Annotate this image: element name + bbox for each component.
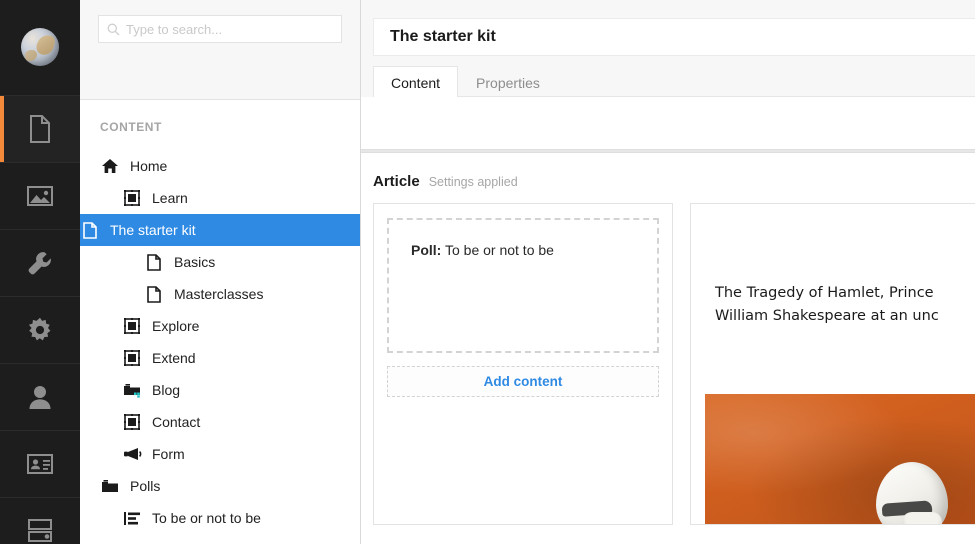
- tree-item-contact[interactable]: Contact: [80, 406, 360, 438]
- tab-content[interactable]: Content: [373, 66, 459, 98]
- content-tree: CONTENT Home Learn The starter kit Basics Ma…: [80, 100, 360, 544]
- search-input[interactable]: [99, 16, 341, 42]
- tree-item-learn[interactable]: Learn: [80, 182, 360, 214]
- tree-item-label: Basics: [174, 254, 216, 270]
- sidebar-item-users[interactable]: [0, 364, 80, 431]
- rail-item-list: [0, 95, 80, 544]
- umbraco-backoffice: CONTENT Home Learn The starter kit Basics Ma…: [0, 0, 975, 544]
- tree-item-explore[interactable]: Explore: [80, 310, 360, 342]
- forms-icon: [26, 518, 54, 544]
- grid-cell-left[interactable]: Poll: To be or not to be Add content: [373, 203, 673, 525]
- editor-header: Content Properties: [361, 0, 975, 98]
- sidebar-item-content[interactable]: [0, 95, 80, 163]
- search-icon: [107, 23, 120, 36]
- tree-item-blog[interactable]: Blog: [80, 374, 360, 406]
- wrench-icon: [26, 249, 54, 277]
- template-icon: [122, 414, 142, 430]
- sidebar-item-developer[interactable]: [0, 297, 80, 364]
- template-icon: [122, 350, 142, 366]
- megaphone-icon: [122, 447, 142, 461]
- poll-icon: [122, 511, 142, 526]
- template-icon: [122, 318, 142, 334]
- user-avatar[interactable]: [21, 28, 59, 67]
- tree-item-label: Masterclasses: [174, 286, 264, 302]
- group-subtitle: Settings applied: [428, 175, 518, 189]
- tree-item-extend[interactable]: Extend: [80, 342, 360, 374]
- member-card-icon: [26, 453, 54, 475]
- property-group-header: Article Settings applied: [361, 153, 975, 190]
- group-title: Article: [373, 173, 420, 190]
- tree-item-label: Extend: [152, 350, 196, 366]
- document-icon: [27, 114, 53, 144]
- poll-block-label: Poll:: [411, 242, 442, 258]
- poll-block-text: Poll: To be or not to be: [411, 242, 635, 258]
- rte-line-2: William Shakespeare at an unc: [715, 308, 939, 324]
- tree-item-label: Explore: [152, 318, 200, 334]
- content-editor: Content Properties Article Settings appl…: [361, 0, 975, 544]
- sidebar-item-media[interactable]: [0, 163, 80, 230]
- tree-item-home[interactable]: Home: [80, 150, 360, 182]
- tree-item-basics[interactable]: Basics: [80, 246, 360, 278]
- tree-item-label: Contact: [152, 414, 201, 430]
- document-icon: [144, 253, 164, 271]
- tree-list: Home Learn The starter kit Basics Masterclas…: [80, 150, 360, 534]
- folder-icon: [100, 479, 120, 493]
- tree-item-polls[interactable]: Polls: [80, 470, 360, 502]
- search-zone: [80, 0, 360, 100]
- tab-properties[interactable]: Properties: [458, 66, 558, 98]
- home-icon: [100, 158, 120, 174]
- gear-icon: [26, 316, 54, 344]
- rte-line-1: The Tragedy of Hamlet, Prince: [715, 285, 934, 301]
- document-icon: [80, 221, 100, 239]
- editor-tabs: Content Properties: [373, 65, 975, 98]
- tree-item-label: Home: [130, 158, 168, 174]
- user-icon: [27, 383, 53, 411]
- add-content-button[interactable]: Add content: [387, 366, 659, 397]
- tree-heading: CONTENT: [100, 120, 162, 134]
- tree-item-label: The starter kit: [110, 222, 196, 238]
- poll-block-value: To be or not to be: [444, 242, 554, 258]
- template-icon: [122, 190, 142, 206]
- node-title-input[interactable]: [388, 27, 961, 47]
- tree-item-label: Form: [152, 446, 185, 462]
- tree-item-label: Learn: [152, 190, 188, 206]
- section-tree-panel: CONTENT Home Learn The starter kit Basics Ma…: [80, 0, 361, 544]
- tree-item-the-starter-kit[interactable]: The starter kit: [80, 214, 360, 246]
- node-title-field[interactable]: [373, 18, 975, 56]
- editor-body: Article Settings applied Poll: To be or …: [361, 97, 975, 544]
- grid-cell-right[interactable]: The Tragedy of Hamlet, Prince William Sh…: [690, 203, 975, 525]
- search-box[interactable]: [98, 15, 342, 43]
- grid-row: Poll: To be or not to be Add content The…: [361, 190, 975, 525]
- tree-item-label: Blog: [152, 382, 181, 398]
- tree-item-label: Polls: [130, 478, 161, 494]
- tree-item-label: To be or not to be: [152, 510, 261, 526]
- document-icon: [144, 285, 164, 303]
- sidebar-item-settings[interactable]: [0, 230, 80, 297]
- avatar-zone[interactable]: [0, 0, 80, 96]
- tree-item-to-be-or-not-to-be[interactable]: To be or not to be: [80, 502, 360, 534]
- tree-item-masterclasses[interactable]: Masterclasses: [80, 278, 360, 310]
- image-icon: [26, 184, 54, 208]
- sidebar-item-members[interactable]: [0, 431, 80, 498]
- app-navigation-rail: [0, 0, 80, 544]
- folder-blog-icon: [122, 383, 142, 398]
- rte-media-image: [705, 394, 975, 524]
- grid-block-poll[interactable]: Poll: To be or not to be: [387, 218, 659, 353]
- tree-item-form[interactable]: Form: [80, 438, 360, 470]
- sidebar-item-forms[interactable]: [0, 498, 80, 544]
- stormtrooper-helmet-icon: [872, 462, 958, 524]
- rte-content: The Tragedy of Hamlet, Prince William Sh…: [691, 204, 975, 328]
